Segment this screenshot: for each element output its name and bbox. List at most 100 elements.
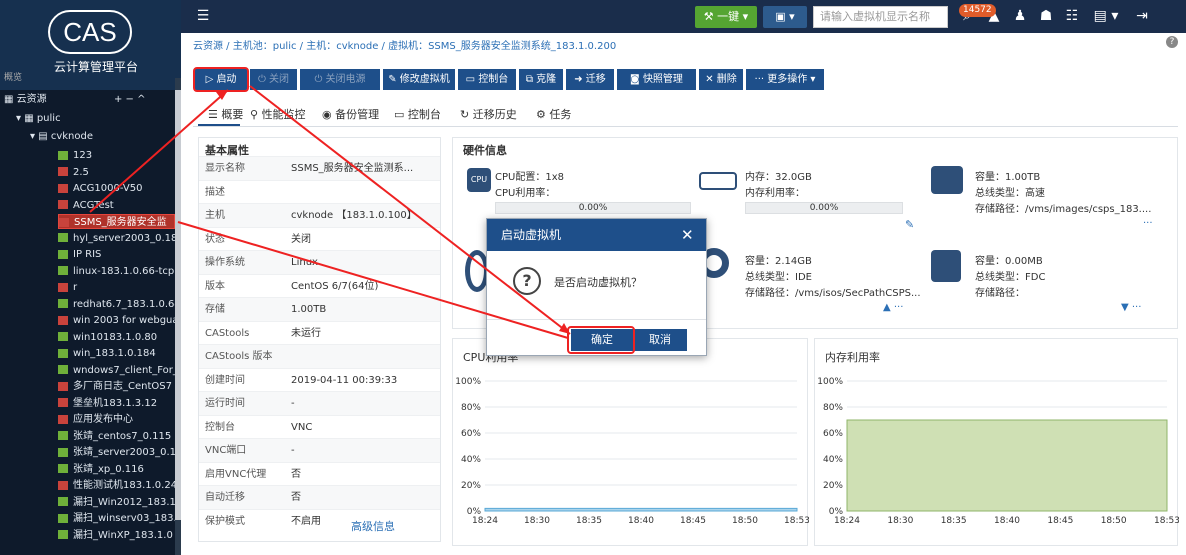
vm-item[interactable]: 应用发布中心 <box>58 412 175 427</box>
vm-item[interactable]: redhat6.7_183.1.0.64 <box>58 297 175 312</box>
tab-1[interactable]: ⚲ 性能监控 <box>250 106 306 124</box>
dialog-divider <box>487 319 706 320</box>
memory-usage-label: 内存利用率： <box>745 188 805 199</box>
vm-item[interactable]: win 2003 for webguard <box>58 313 175 328</box>
vm-item[interactable]: 张靖_server2003_0.11 <box>58 445 175 460</box>
property-value: 关闭 <box>291 233 311 245</box>
cdrom-more[interactable]: ▲ ··· <box>883 302 903 313</box>
person-icon[interactable]: ☗ <box>1035 0 1057 33</box>
tab-4[interactable]: ↻ 迁移历史 <box>460 106 517 124</box>
vm-item[interactable]: 漏扫_winserv03_183.1 <box>58 511 175 526</box>
floppy-capacity: 容量：0.00MB <box>975 256 1043 267</box>
vm-item[interactable]: win10183.1.0.80 <box>58 330 175 345</box>
vm-status-icon <box>58 513 68 523</box>
vm-name: wndows7_client_For_ <box>73 364 175 376</box>
monitor-dropdown[interactable]: ▣ ▾ <box>763 6 807 28</box>
vm-status-icon <box>58 183 68 193</box>
vm-item[interactable]: r <box>58 280 175 295</box>
cpu-usage-bar: 0.00% <box>495 202 691 214</box>
cancel-button[interactable]: 取消 <box>633 329 687 351</box>
property-row: 启用VNC代理 否 <box>199 461 440 486</box>
vm-item[interactable]: 性能测试机183.1.0.24 <box>58 478 175 493</box>
vm-status-icon <box>58 398 68 407</box>
vm-name: 多厂商日志_CentOS7 <box>73 381 172 392</box>
vm-item[interactable]: IP RIS <box>58 247 175 262</box>
more-actions-button[interactable]: ··· 更多操作 ▾ <box>746 69 824 90</box>
vm-item[interactable]: SSMS_服务器安全监 <box>58 214 175 229</box>
tree-host[interactable]: ▾ ▤ cvknode <box>30 129 181 144</box>
tab-2[interactable]: ◉ 备份管理 <box>322 106 379 124</box>
snapshot-button[interactable]: ◙ 快照管理 <box>617 69 696 90</box>
vm-item[interactable]: 堡垒机183.1.3.12 <box>58 396 175 411</box>
tree-pool[interactable]: ▾ ▦ pulic <box>16 111 181 126</box>
vm-item[interactable]: wndows7_client_For_ <box>58 363 175 378</box>
delete-button[interactable]: ✕ 删除 <box>699 69 743 90</box>
vm-item[interactable]: 张靖_centos7_0.115 <box>58 429 175 444</box>
vm-item[interactable]: 漏扫_WinXP_183.1.0 <box>58 528 175 543</box>
property-value: 2019-04-11 00:39:33 <box>291 374 398 386</box>
sidebar-scrollbar[interactable] <box>175 78 181 555</box>
advanced-info-link[interactable]: 高级信息 <box>351 518 395 534</box>
disk-more[interactable]: ··· <box>1143 218 1153 229</box>
vm-item[interactable]: 123 <box>58 148 175 163</box>
vm-item[interactable]: 张靖_xp_0.116 <box>58 462 175 477</box>
y-tick-label: 40% <box>461 455 481 465</box>
floppy-more[interactable]: ▼ ··· <box>1121 302 1141 313</box>
vm-status-icon <box>58 464 68 473</box>
memory-chart-svg: 100%80%60%40%20%0%18:24 18:30 18:35 18:40 18… <box>817 377 1179 526</box>
breadcrumb[interactable]: 云资源 / 主机池：pulic / 主机：cvknode / 虚拟机：SSMS_… <box>193 37 616 52</box>
vm-name: 应用发布中心 <box>73 414 133 425</box>
tab-0[interactable]: ☰ 概要 <box>208 106 243 124</box>
property-key: 控制台 <box>205 421 235 433</box>
poweroff-button[interactable]: ⏻ 关闭电源 <box>300 69 380 90</box>
vm-item[interactable]: win_183.1.0.184 <box>58 346 175 361</box>
layout-dropdown-icon[interactable]: ▤ ▾ <box>1089 0 1123 33</box>
vm-item[interactable]: ACGTest <box>58 198 175 213</box>
help-icon[interactable]: ? <box>1166 36 1178 48</box>
vm-status-icon <box>58 150 68 160</box>
tree-controls[interactable]: + − ^ <box>114 92 146 107</box>
y-tick-label: 100% <box>455 377 481 387</box>
scroll-thumb[interactable] <box>175 90 181 520</box>
vm-search-input[interactable]: 请输入虚拟机显示名称 <box>813 6 948 28</box>
x-tick-label: 18:53 <box>784 516 809 526</box>
property-row: 操作系统 Linux <box>199 250 440 274</box>
menu-toggle-icon[interactable]: ☰ <box>193 0 213 33</box>
clone-button[interactable]: ⧉ 克隆 <box>519 69 563 90</box>
vm-item[interactable]: linux-183.1.0.66-tcpre <box>58 264 175 279</box>
vm-item[interactable]: 漏扫_Win2012_183.1 <box>58 495 175 510</box>
vm-item[interactable]: ACG1000-V50 <box>58 181 175 196</box>
close-icon[interactable]: ✕ <box>681 226 694 244</box>
list-icon[interactable]: ☷ <box>1061 0 1083 33</box>
logout-icon[interactable]: ⇥ <box>1131 0 1153 33</box>
vm-name: win 2003 for webguard <box>73 315 175 326</box>
vm-status-icon <box>58 282 68 292</box>
vm-status-icon <box>58 381 68 391</box>
tree-cloud-resources[interactable]: ▦ 云资源 + − ^ <box>4 92 179 107</box>
memory-size: 内存：32.0GB <box>745 172 812 183</box>
y-tick-label: 80% <box>461 403 481 413</box>
tab-5[interactable]: ⚙ 任务 <box>536 106 571 124</box>
onekey-button[interactable]: ⚒ 一键 ▾ <box>695 6 757 28</box>
y-tick-label: 40% <box>823 455 843 465</box>
property-key: VNC端口 <box>205 445 247 456</box>
user-icon[interactable]: ♟ <box>1009 0 1031 33</box>
vm-status-icon <box>58 249 68 259</box>
tab-icon: ↻ <box>460 108 473 121</box>
cpu-config: CPU配置：1x8 <box>495 172 564 183</box>
property-key: CAStools 版本 <box>205 351 273 362</box>
modify-vm-button[interactable]: ✎ 修改虚拟机 <box>383 69 455 90</box>
tab-label: 性能监控 <box>261 108 306 121</box>
tab-icon: ⚙ <box>536 108 550 121</box>
vm-item[interactable]: hyl_server2003_0.186 <box>58 231 175 246</box>
edit-hardware-icon[interactable]: ✎ <box>905 218 914 231</box>
migrate-button[interactable]: ➜ 迁移 <box>566 69 614 90</box>
vm-item[interactable]: 2.5 <box>58 165 175 180</box>
property-value: Linux <box>291 257 318 268</box>
console-button[interactable]: ▭ 控制台 <box>458 69 516 90</box>
tab-3[interactable]: ▭ 控制台 <box>394 106 441 124</box>
vm-item[interactable]: 多厂商日志_CentOS7 <box>58 379 175 394</box>
property-value: 1.00TB <box>291 304 327 315</box>
shutdown-button[interactable]: ⏻ 关闭 <box>250 69 297 90</box>
floppy-bus: 总线类型：FDC <box>975 272 1046 283</box>
